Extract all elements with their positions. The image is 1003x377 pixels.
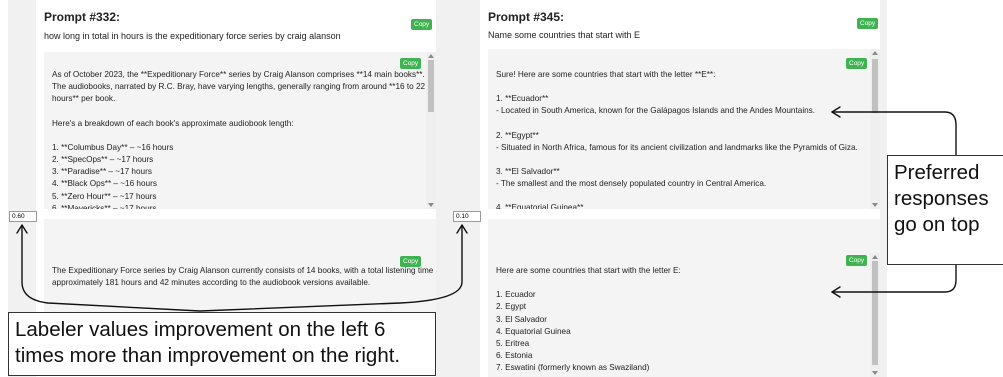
right-response-top: Copy Sure! Here are some countries that … <box>488 49 880 209</box>
scroll-down-arrow-icon[interactable] <box>428 203 434 207</box>
response-line: The audiobooks, narrated by R.C. Bray, h… <box>52 82 426 92</box>
left-response-top: Copy As of October 2023, the **Expeditio… <box>44 52 436 209</box>
left-response-bottom-text: The Expeditionary Force series by Craig … <box>52 265 436 289</box>
response-line <box>496 118 858 130</box>
response-line: 3. **Paradise** – ~17 hours <box>52 167 152 177</box>
response-line: 1. Ecuador <box>496 290 536 300</box>
response-line: The Expeditionary Force series by Craig … <box>52 266 436 275</box>
left-response-bottom: Copy The Expeditionary Force series by C… <box>44 219 436 312</box>
right-prompt-copy-button[interactable]: Copy <box>857 18 879 29</box>
response-line: 3. El Salvador <box>496 314 547 324</box>
response-line: - Located in South America, known for th… <box>496 106 816 116</box>
left-prompt-panel: Prompt #332: Copy how long in total in h… <box>36 0 436 312</box>
left-annotation-line: times more than improvement on the right… <box>15 344 401 367</box>
left-annotation-line: Labeler values improvement on the left 6 <box>15 318 386 341</box>
response-line: - The smallest and the most densely popu… <box>496 179 767 189</box>
response-line: hours** per book. <box>52 94 116 104</box>
response-line <box>496 154 858 166</box>
right-annotation-label: Preferred responses go on top <box>887 155 1003 265</box>
response-line: - Situated in North Africa, famous for i… <box>496 142 858 152</box>
right-annotation-line: Preferred <box>894 161 980 184</box>
right-prompt-title: Prompt #345: <box>488 10 565 24</box>
response-line <box>496 81 858 93</box>
response-line: 5. **Zero Hour** – ~17 hours <box>52 191 157 201</box>
left-prompt-text: how long in total in hours is the expedi… <box>44 31 341 41</box>
response-line: approximately 181 hours and 42 minutes a… <box>52 278 371 288</box>
right-response-bottom-scrollbar[interactable] <box>870 253 880 377</box>
response-line: 2. Egypt <box>496 302 527 312</box>
right-response-bottom-copy-button[interactable]: Copy <box>846 255 868 266</box>
right-response-bottom: Copy Here are some countries that start … <box>488 219 880 377</box>
right-response-top-copy-button[interactable]: Copy <box>846 58 868 69</box>
response-line: As of October 2023, the **Expeditionary … <box>52 70 425 79</box>
right-gutter <box>880 0 887 377</box>
left-response-top-text: As of October 2023, the **Expeditionary … <box>52 69 425 209</box>
scroll-up-arrow-icon[interactable] <box>872 51 878 55</box>
right-prompt-panel: Prompt #345: Copy Name some countries th… <box>480 0 880 377</box>
response-line: 4. Equatorial Guinea <box>496 326 571 336</box>
scroll-thumb[interactable] <box>872 59 878 113</box>
left-prompt-copy-button[interactable]: Copy <box>411 19 433 30</box>
response-line: 3. **El Salvador** <box>496 167 560 177</box>
response-line: 1. **Ecuador** <box>496 94 549 104</box>
left-annotation-label: Labeler values improvement on the left 6… <box>8 312 436 376</box>
middle-gutter <box>436 0 480 377</box>
response-line: Sure! Here are some countries that start… <box>496 70 716 79</box>
response-line: 6. **Mavericks** – ~17 hours <box>52 203 157 209</box>
response-line: 2. **Egypt** <box>496 130 539 140</box>
left-response-top-copy-button[interactable]: Copy <box>400 58 422 69</box>
left-prompt-title: Prompt #332: <box>44 10 121 24</box>
response-line: 7. Eswatini (formerly known as Swaziland… <box>496 363 650 373</box>
response-line <box>52 106 425 118</box>
scroll-thumb[interactable] <box>428 60 434 112</box>
right-score-input[interactable] <box>453 211 481 222</box>
response-line: 4. **Equatorial Guinea** <box>496 203 584 209</box>
scroll-down-arrow-icon[interactable] <box>872 203 878 207</box>
response-line: Here are some countries that start with … <box>496 266 681 275</box>
right-prompt-text: Name some countries that start with E <box>488 30 641 40</box>
scroll-thumb[interactable] <box>872 261 878 365</box>
scroll-up-arrow-icon[interactable] <box>428 54 434 58</box>
response-line <box>496 190 858 202</box>
response-line: 2. **SpecOps** – ~17 hours <box>52 155 154 165</box>
left-score-input[interactable] <box>9 211 37 222</box>
response-line <box>496 277 681 289</box>
response-line: 1. **Columbus Day** – ~16 hours <box>52 142 174 152</box>
right-annotation-line: go on top <box>894 213 980 236</box>
right-response-top-text: Sure! Here are some countries that start… <box>496 69 858 209</box>
right-response-bottom-text: Here are some countries that start with … <box>496 265 681 377</box>
response-line: Here's a breakdown of each book's approx… <box>52 118 294 128</box>
response-line <box>52 130 425 142</box>
left-response-top-scrollbar[interactable] <box>426 52 436 209</box>
scroll-up-arrow-icon[interactable] <box>872 255 878 259</box>
response-line: 5. Eritrea <box>496 339 530 349</box>
right-response-top-scrollbar[interactable] <box>870 49 880 209</box>
response-line: 6. Estonia <box>496 351 533 361</box>
right-annotation-line: responses <box>894 187 989 210</box>
response-line: 4. **Black Ops** – ~16 hours <box>52 179 157 189</box>
scroll-down-arrow-icon[interactable] <box>872 371 878 375</box>
